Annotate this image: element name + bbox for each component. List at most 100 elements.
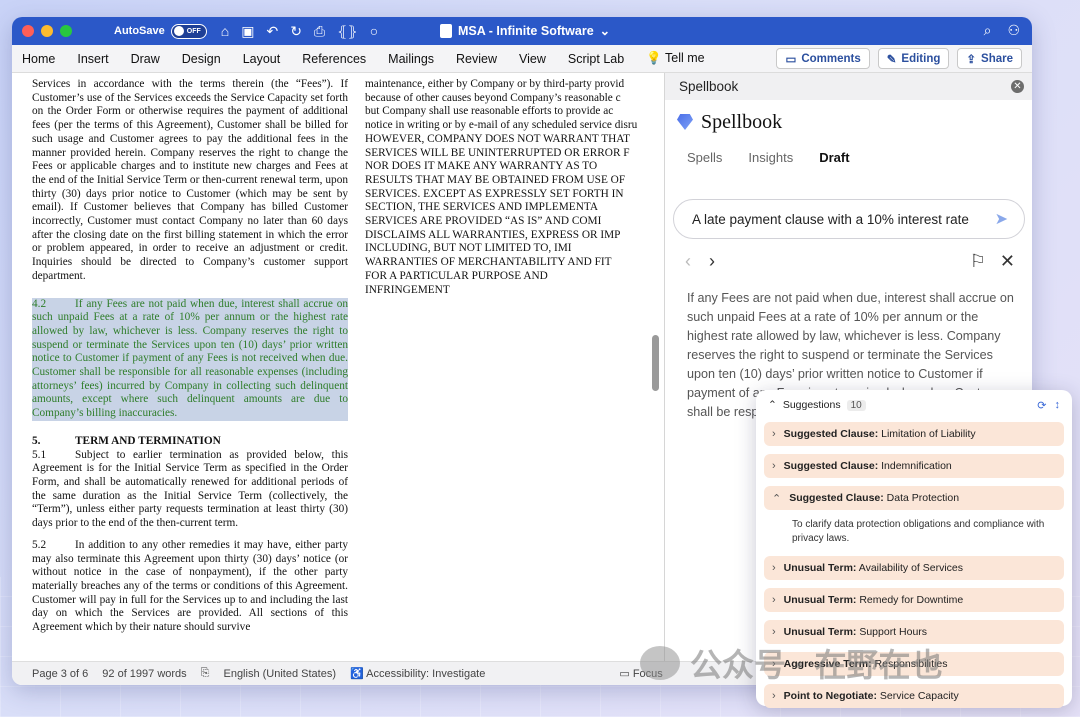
language-status[interactable]: English (United States): [223, 668, 336, 680]
tab-mailings[interactable]: Mailings: [377, 52, 445, 66]
redo-icon[interactable]: ↻: [290, 23, 302, 40]
watermark: 公众号 · 在野在也: [640, 640, 942, 686]
tab-insights[interactable]: Insights: [748, 150, 793, 165]
suggestion-item[interactable]: › Suggested Clause: Limitation of Liabili…: [764, 422, 1064, 446]
comments-label: Comments: [801, 52, 861, 65]
print-icon[interactable]: ⎙: [314, 23, 325, 40]
section-number: 5.: [32, 434, 41, 447]
vertical-scrollbar[interactable]: [652, 335, 659, 391]
text-line: because of other causes beyond Company’s…: [365, 91, 621, 104]
tab-spells[interactable]: Spells: [687, 150, 722, 165]
suggestion-item[interactable]: › Unusual Term: Remedy for Downtime: [764, 588, 1064, 612]
document-title[interactable]: MSA - Infinite Software ⌄: [440, 23, 610, 38]
tab-insert[interactable]: Insert: [66, 52, 119, 66]
search-icon[interactable]: ⌕: [984, 22, 992, 39]
panel-title: Spellbook: [679, 79, 739, 94]
titlebar-right: ⌕ ⚇: [984, 22, 1020, 39]
chevron-left-icon[interactable]: ‹: [685, 251, 691, 272]
suggestion-label: Limitation of Liability: [881, 428, 976, 440]
comments-button[interactable]: ▭ Comments: [776, 48, 870, 69]
close-icon[interactable]: ✕: [1011, 80, 1024, 93]
pencil-icon: ✎: [886, 53, 897, 66]
suggestion-item[interactable]: › Unusual Term: Availability of Services: [764, 556, 1064, 580]
suggestion-type: Unusual Term:: [783, 562, 857, 574]
suggestions-header: ⌃ Suggestions 10 ⟳ ↕: [764, 396, 1064, 414]
accessibility-status[interactable]: ♿ Accessibility: Investigate: [350, 667, 485, 680]
text-line: SERVICES ARE PROVIDED “AS IS” AND COMI: [365, 215, 602, 228]
suggestion-type: Suggested Clause:: [789, 492, 884, 504]
refresh-icon[interactable]: ⟳: [1037, 399, 1046, 412]
tab-design[interactable]: Design: [171, 52, 232, 66]
tab-draw[interactable]: Draw: [120, 52, 171, 66]
text-line: SERVICES WILL BE UNINTERRUPTED OR ERROR …: [365, 146, 630, 159]
proofing-icon[interactable]: ⎘: [201, 667, 210, 680]
panel-header: Spellbook ✕: [665, 73, 1032, 100]
text-line: SECTION, THE SERVICES AND IMPLEMENTA: [365, 201, 599, 214]
minimize-window-button[interactable]: [41, 25, 53, 37]
tab-home[interactable]: Home: [12, 52, 66, 66]
text-line: HOWEVER, COMPANY DOES NOT WARRANT THAT: [365, 132, 631, 145]
suggestion-item-expanded[interactable]: ⌃ Suggested Clause: Data Protection: [764, 486, 1064, 510]
tab-view[interactable]: View: [508, 52, 557, 66]
tab-review[interactable]: Review: [445, 52, 508, 66]
document-canvas[interactable]: Services in accordance with the terms th…: [12, 73, 662, 661]
tab-references[interactable]: References: [291, 52, 377, 66]
zoom-window-button[interactable]: [60, 25, 72, 37]
tell-me[interactable]: 💡 Tell me: [635, 51, 715, 66]
suggestion-item[interactable]: › Point to Negotiate: Service Capacity: [764, 684, 1064, 708]
close-window-button[interactable]: [22, 25, 34, 37]
comment-icon: ▭: [785, 53, 797, 66]
suggestions-title: Suggestions: [782, 399, 841, 411]
wechat-icon: [640, 646, 680, 680]
suggestion-type: Suggested Clause:: [783, 460, 879, 472]
send-icon[interactable]: ➤: [995, 209, 1008, 229]
word-count[interactable]: 92 of 1997 words: [102, 668, 186, 680]
chevron-right-icon: ›: [772, 690, 776, 702]
prompt-text: A late payment clause with a 10% interes…: [692, 211, 969, 227]
autosave-toggle[interactable]: OFF: [170, 23, 207, 39]
text-line: notice in writing or by e-mail of any sc…: [365, 119, 638, 132]
window-controls: [22, 25, 72, 37]
highlighted-paragraph-4-2[interactable]: 4.2 If any Fees are not paid when due, in…: [32, 297, 348, 421]
document-title-text: MSA - Infinite Software: [458, 23, 594, 38]
suggestion-description: To clarify data protection obligations a…: [792, 519, 1045, 544]
close-icon[interactable]: ✕: [1000, 251, 1015, 272]
tab-script-lab[interactable]: Script Lab: [557, 52, 635, 66]
home-icon[interactable]: ⌂: [221, 23, 229, 40]
addin-icon[interactable]: ⦃⦄: [337, 23, 358, 40]
chevron-right-icon: ›: [772, 626, 776, 638]
page-count[interactable]: Page 3 of 6: [32, 668, 88, 680]
tab-draft[interactable]: Draft: [819, 150, 849, 165]
clause-number: 4.2: [32, 297, 47, 310]
save-icon[interactable]: ▣: [241, 23, 254, 40]
sort-icon[interactable]: ↕: [1055, 399, 1061, 412]
suggestion-label: Availability of Services: [858, 562, 964, 574]
chevron-right-icon[interactable]: ›: [709, 251, 715, 272]
paragraph-fees: Services in accordance with the terms th…: [32, 78, 348, 282]
section-heading: 5. TERM AND TERMINATION: [32, 435, 348, 449]
share-people-icon[interactable]: ⚇: [1007, 22, 1020, 39]
editing-button[interactable]: ✎ Editing: [877, 48, 950, 69]
undo-icon[interactable]: ↶: [266, 23, 278, 40]
text-line: SERVICES. EXCEPT AS EXPRESSLY SET FORTH …: [365, 187, 624, 200]
accessibility-label: Accessibility: Investigate: [366, 668, 486, 680]
text-line: maintenance, either by Company or by thi…: [365, 78, 625, 90]
share-icon: ⇪: [966, 53, 977, 66]
circle-icon[interactable]: ○: [370, 23, 378, 40]
accessibility-icon: ♿: [349, 668, 364, 680]
focus-icon: ▭: [619, 668, 630, 680]
draft-prompt-input[interactable]: A late payment clause with a 10% interes…: [673, 199, 1025, 239]
chevron-up-icon: ⌃: [772, 492, 782, 505]
chevron-up-icon[interactable]: ⌃: [768, 399, 777, 411]
document-icon: [440, 23, 452, 38]
suggestion-label: Data Protection: [886, 492, 960, 504]
suggestion-item[interactable]: › Suggested Clause: Indemnification: [764, 454, 1064, 478]
draft-navigation: ‹ › ⚐ ✕: [685, 251, 1015, 272]
share-button[interactable]: ⇪ Share: [957, 48, 1022, 69]
suggestion-label: Service Capacity: [879, 690, 959, 702]
bookmark-icon[interactable]: ⚐: [970, 251, 986, 272]
editing-label: Editing: [901, 52, 941, 65]
suggestion-label: Support Hours: [859, 626, 928, 638]
tab-layout[interactable]: Layout: [232, 52, 292, 66]
ribbon-actions: ▭ Comments ✎ Editing ⇪ Share: [776, 48, 1022, 69]
